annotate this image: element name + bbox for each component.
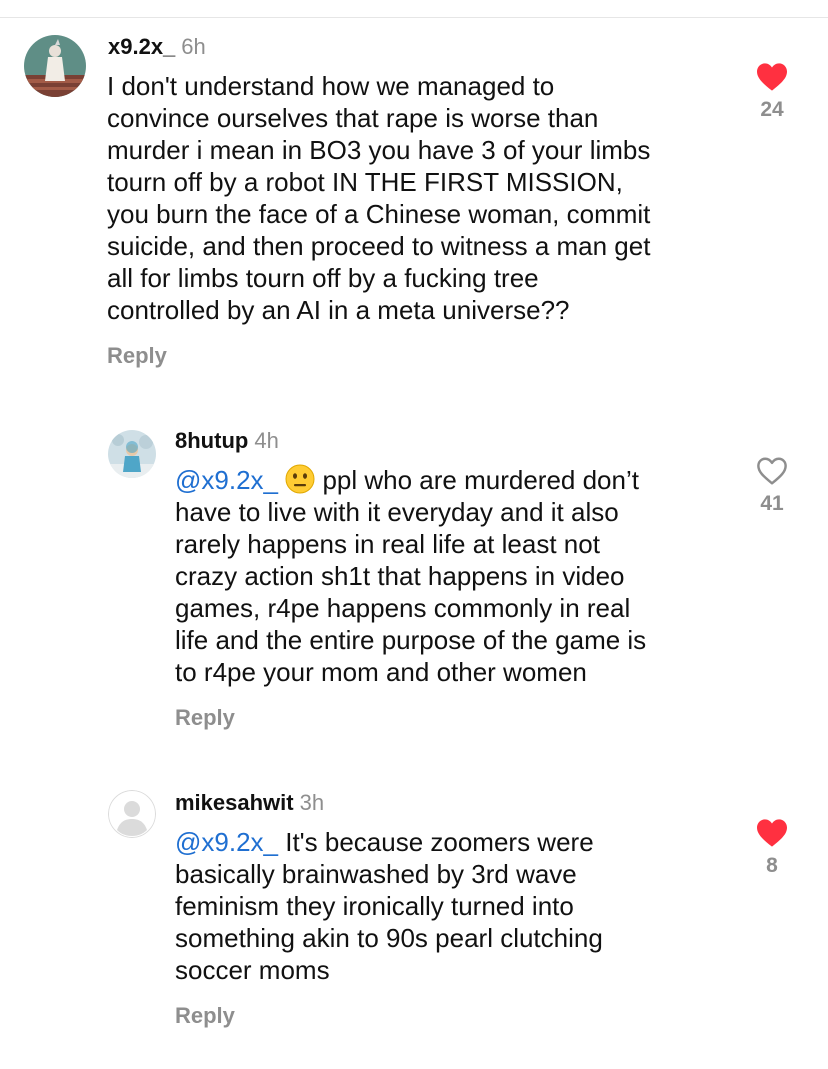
- comment-line: I don't understand how we managed to: [107, 71, 555, 101]
- comment-text: I don't understand how we managed to con…: [107, 70, 747, 326]
- comment-line: feminism they ironically turned into: [175, 891, 574, 921]
- reply-button[interactable]: Reply: [175, 705, 235, 731]
- like-button[interactable]: 8: [742, 818, 802, 878]
- comment-meta: 8hutup 4h: [175, 428, 279, 454]
- heart-filled-icon: [757, 819, 787, 847]
- comment-line: games, r4pe happens commonly in real: [175, 593, 631, 623]
- comment-text: @x9.2x_ It's because zoomers were basica…: [175, 826, 735, 986]
- comment-line: @x9.2x_ ppl who are murdered don’t: [175, 464, 735, 496]
- like-button[interactable]: 41: [742, 456, 802, 516]
- comment-line-text: ppl who are murdered don’t: [315, 465, 639, 495]
- comment-line: rarely happens in real life at least not: [175, 529, 600, 559]
- comment-meta: x9.2x_ 6h: [108, 34, 206, 60]
- timestamp: 3h: [299, 790, 325, 815]
- divider: [0, 17, 828, 18]
- mention-link[interactable]: @x9.2x_: [175, 827, 278, 857]
- timestamp: 4h: [254, 428, 279, 453]
- username[interactable]: mikesahwit: [175, 790, 294, 815]
- reply-button[interactable]: Reply: [107, 343, 167, 369]
- mention-link[interactable]: @x9.2x_: [175, 465, 278, 495]
- comment-meta: mikesahwit 3h: [175, 790, 324, 816]
- like-count: 8: [766, 854, 778, 877]
- comment-line: have to live with it everyday and it als…: [175, 497, 619, 527]
- comment-line: crazy action sh1t that happens in video: [175, 561, 625, 591]
- username[interactable]: x9.2x_: [108, 34, 175, 59]
- comment-line: you burn the face of a Chinese woman, co…: [107, 199, 651, 229]
- comment-line: soccer moms: [175, 955, 330, 985]
- timestamp: 6h: [181, 34, 206, 59]
- comment-line: @x9.2x_ It's because zoomers were: [175, 826, 735, 858]
- comment-line: murder i mean in BO3 you have 3 of your …: [107, 135, 651, 165]
- like-count: 41: [760, 492, 784, 515]
- heart-outline-icon: [757, 457, 787, 485]
- heart-filled-icon: [757, 63, 787, 91]
- comment-line: convince ourselves that rape is worse th…: [107, 103, 599, 133]
- default-avatar-icon: [108, 790, 156, 838]
- username[interactable]: 8hutup: [175, 428, 248, 453]
- comment-line: life and the entire purpose of the game …: [175, 625, 647, 655]
- avatar[interactable]: [108, 790, 156, 838]
- avatar[interactable]: [108, 430, 156, 478]
- comment-line: something akin to 90s pearl clutching: [175, 923, 603, 953]
- comment-line-text: It's because zoomers were: [278, 827, 594, 857]
- comment-line: to r4pe your mom and other women: [175, 657, 587, 687]
- comment-line: controlled by an AI in a meta universe??: [107, 295, 570, 325]
- like-count: 24: [760, 98, 784, 121]
- comment-line: basically brainwashed by 3rd wave: [175, 859, 577, 889]
- reply-button[interactable]: Reply: [175, 1003, 235, 1029]
- comment-line: all for limbs tourn off by a fucking tre…: [107, 263, 539, 293]
- comment-line: tourn off by a robot IN THE FIRST MISSIO…: [107, 167, 623, 197]
- like-button[interactable]: 24: [742, 62, 802, 122]
- comment-line: suicide, and then proceed to witness a m…: [107, 231, 651, 261]
- comment-text: @x9.2x_ ppl who are murdered don’t have …: [175, 464, 735, 688]
- neutral-face-emoji-icon: [285, 464, 315, 494]
- avatar[interactable]: [24, 35, 86, 97]
